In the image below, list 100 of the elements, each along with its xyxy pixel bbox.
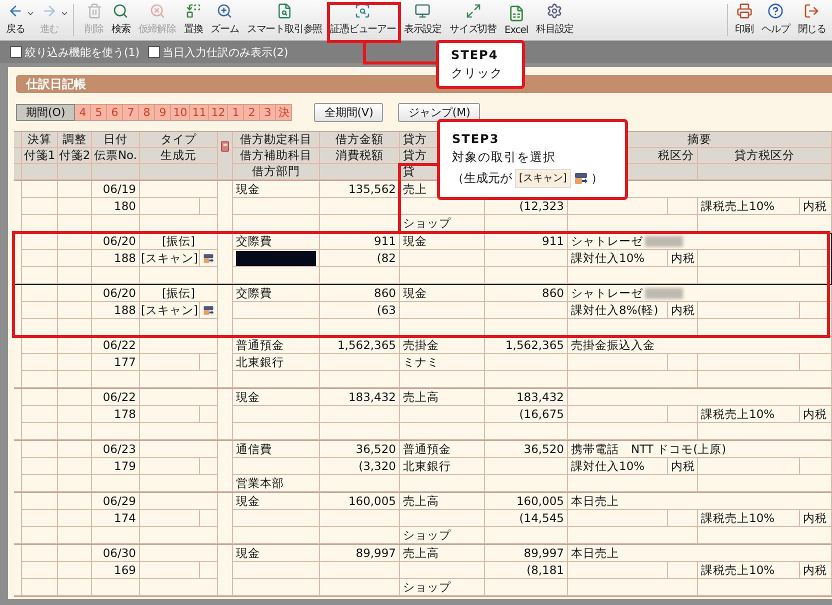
table-cell: 内税 (668, 302, 698, 319)
entry-row[interactable]: 06/20 [振伝] 交際費 860 現金 860 シャトレーゼ 188 [スキャン] (63 課対仕入8%(軽) 内税 (14, 285, 832, 337)
table-cell: 現金 (233, 493, 320, 510)
trash-icon (86, 3, 103, 19)
entry-row[interactable]: 06/29 現金 160,005 売上高 160,005 本日売上 174 (14,545 課税売上10% 内税 ショップ (14, 493, 832, 545)
column-header: 決算 (22, 132, 58, 148)
table-cell: 860 (320, 285, 400, 302)
table-cell: 911 (320, 233, 400, 250)
table-cell: (3,320 (320, 458, 400, 475)
checkbox[interactable] (148, 46, 160, 58)
table-cell: 通信費 (233, 441, 320, 458)
step-label: STEP4 (451, 48, 500, 62)
table-cell: 現金 (400, 285, 485, 302)
zoom-in-icon (216, 3, 234, 19)
table-cell: 普通預金 (400, 441, 485, 458)
table-cell: 89,997 (320, 545, 400, 562)
checkbox-label[interactable]: 絞り込み機能を使う(1) (25, 44, 140, 60)
entry-row[interactable]: 06/23 通信費 36,520 普通預金 36,520 携帯電話 NTT ドコモ(上原) 179 (3,320 北東銀行 課対仕入10% 内税 営業本部 (14, 441, 832, 493)
table-cell: 188 (92, 302, 140, 319)
memo-text: 携帯電話 NTT ドコモ(上原) (571, 442, 726, 456)
toolbar-button[interactable]: スマート取引参照 (242, 0, 326, 40)
column-header: 生成元 (140, 148, 218, 164)
entry-row[interactable]: 06/30 現金 89,997 売上高 89,997 本日売上 169 (8,181 課税売上10% 内税 ショップ (14, 545, 832, 597)
table-cell: [振伝] (140, 233, 218, 250)
book-icon (221, 140, 229, 153)
toolbar-button[interactable]: 科目設定 (532, 0, 578, 40)
period-button[interactable]: ジャンプ(M) (398, 103, 480, 122)
toolbar-button[interactable]: 印刷 (730, 0, 758, 40)
scanner-icon[interactable] (203, 252, 214, 264)
toolbar-button[interactable]: Excel (500, 0, 532, 40)
entry-row[interactable]: 06/22 普通預金 1,562,365 売掛金 1,562,365 売掛金振込入金 177 北東銀行 ミナミ (14, 337, 832, 389)
table-cell: 89,997 (485, 545, 568, 562)
table-cell: 営業本部 (233, 475, 320, 492)
empty-header-cell (58, 164, 92, 180)
checkbox-label[interactable]: 当日入力仕訳のみ表示(2) (162, 44, 288, 60)
table-cell: 北東銀行 (233, 354, 320, 371)
table-cell: 188 (92, 250, 140, 267)
table-cell: 135,562 (320, 181, 400, 198)
table-cell: 179 (92, 458, 140, 475)
table-cell: (8,181 (485, 562, 568, 579)
table-cell: 内税 (800, 562, 832, 579)
scanner-icon[interactable] (203, 304, 214, 316)
table-cell: 課対仕入10% (568, 458, 668, 475)
table-cell: 1,562,365 (320, 337, 400, 354)
toolbar-button[interactable]: 証憑ビューアー (326, 0, 400, 40)
table-cell: 160,005 (485, 493, 568, 510)
table-cell: [振伝] (140, 285, 218, 302)
table-cell: 課税売上10% (698, 406, 800, 423)
table-cell: 内税 (800, 198, 832, 215)
entry-row[interactable]: 06/22 現金 183,432 売上高 183,432 178 (16,675 課税売上10% 内税 (14, 389, 832, 441)
column-header: 借方補助科目 (233, 148, 320, 164)
toolbar-button[interactable]: ズーム (206, 0, 243, 40)
column-header: 付箋1 (22, 148, 58, 164)
table-cell: ショップ (400, 527, 485, 544)
table-cell: 06/29 (92, 493, 140, 510)
table-cell: 06/22 (92, 337, 140, 354)
table-cell: 課対仕入8%(軽) (568, 302, 668, 319)
table-cell: 現金 (233, 545, 320, 562)
toolbar-button[interactable]: 閉じる (794, 0, 830, 40)
table-cell: 36,520 (485, 441, 568, 458)
exit-icon (803, 3, 820, 19)
table-cell: 174 (92, 510, 140, 527)
toolbar-button[interactable]: 戻る (2, 0, 36, 40)
search-x-icon (148, 3, 166, 19)
toolbar-button[interactable]: 表示設定 (400, 0, 446, 40)
table-cell: 180 (92, 198, 140, 215)
table-cell: 内税 (800, 510, 832, 527)
table-cell: 06/19 (92, 181, 140, 198)
caret-icon[interactable] (26, 9, 35, 18)
memo-text: シャトレーゼ (571, 286, 643, 300)
toolbar-button[interactable]: 検索 (107, 0, 134, 40)
memo-text: 売掛金振込入金 (571, 338, 655, 352)
toolbar-button[interactable]: ヘルプ (758, 0, 794, 40)
table-cell: 160,005 (320, 493, 400, 510)
table-cell: 現金 (400, 233, 485, 250)
scan-search-icon (354, 3, 372, 19)
table-cell: (63 (320, 302, 400, 319)
memo-text: 本日売上 (571, 494, 619, 508)
checkbox[interactable] (10, 46, 22, 58)
table-cell: (82 (320, 250, 400, 267)
source-badge: [スキャン] (515, 168, 571, 188)
table-cell: (14,545 (485, 510, 568, 527)
table-cell: 現金 (233, 181, 320, 198)
column-header: 借方金額 (320, 132, 400, 148)
toolbar-button[interactable]: サイズ切替 (446, 0, 501, 40)
table-cell: [スキャン] (140, 250, 200, 267)
empty-header-cell (22, 164, 58, 180)
table-cell: 183,432 (485, 389, 568, 406)
table-cell: 課税売上10% (698, 562, 800, 579)
column-header: 伝票No. (92, 148, 140, 164)
column-header: タイプ (140, 132, 218, 148)
table-cell: 177 (92, 354, 140, 371)
table-cell: 現金 (233, 389, 320, 406)
entry-row[interactable]: 06/20 [振伝] 交際費 911 現金 911 シャトレーゼ 188 [スキャン] (82 課対仕入10% 内税 (14, 233, 832, 285)
column-header: 借方部門 (233, 164, 320, 180)
toolbar-button[interactable]: 置換 (180, 0, 207, 40)
period-button[interactable]: 全期間(V) (314, 103, 384, 122)
table-cell: 売上高 (400, 545, 485, 562)
table-cell: 北東銀行 (400, 458, 485, 475)
table-cell: ショップ (400, 215, 485, 232)
